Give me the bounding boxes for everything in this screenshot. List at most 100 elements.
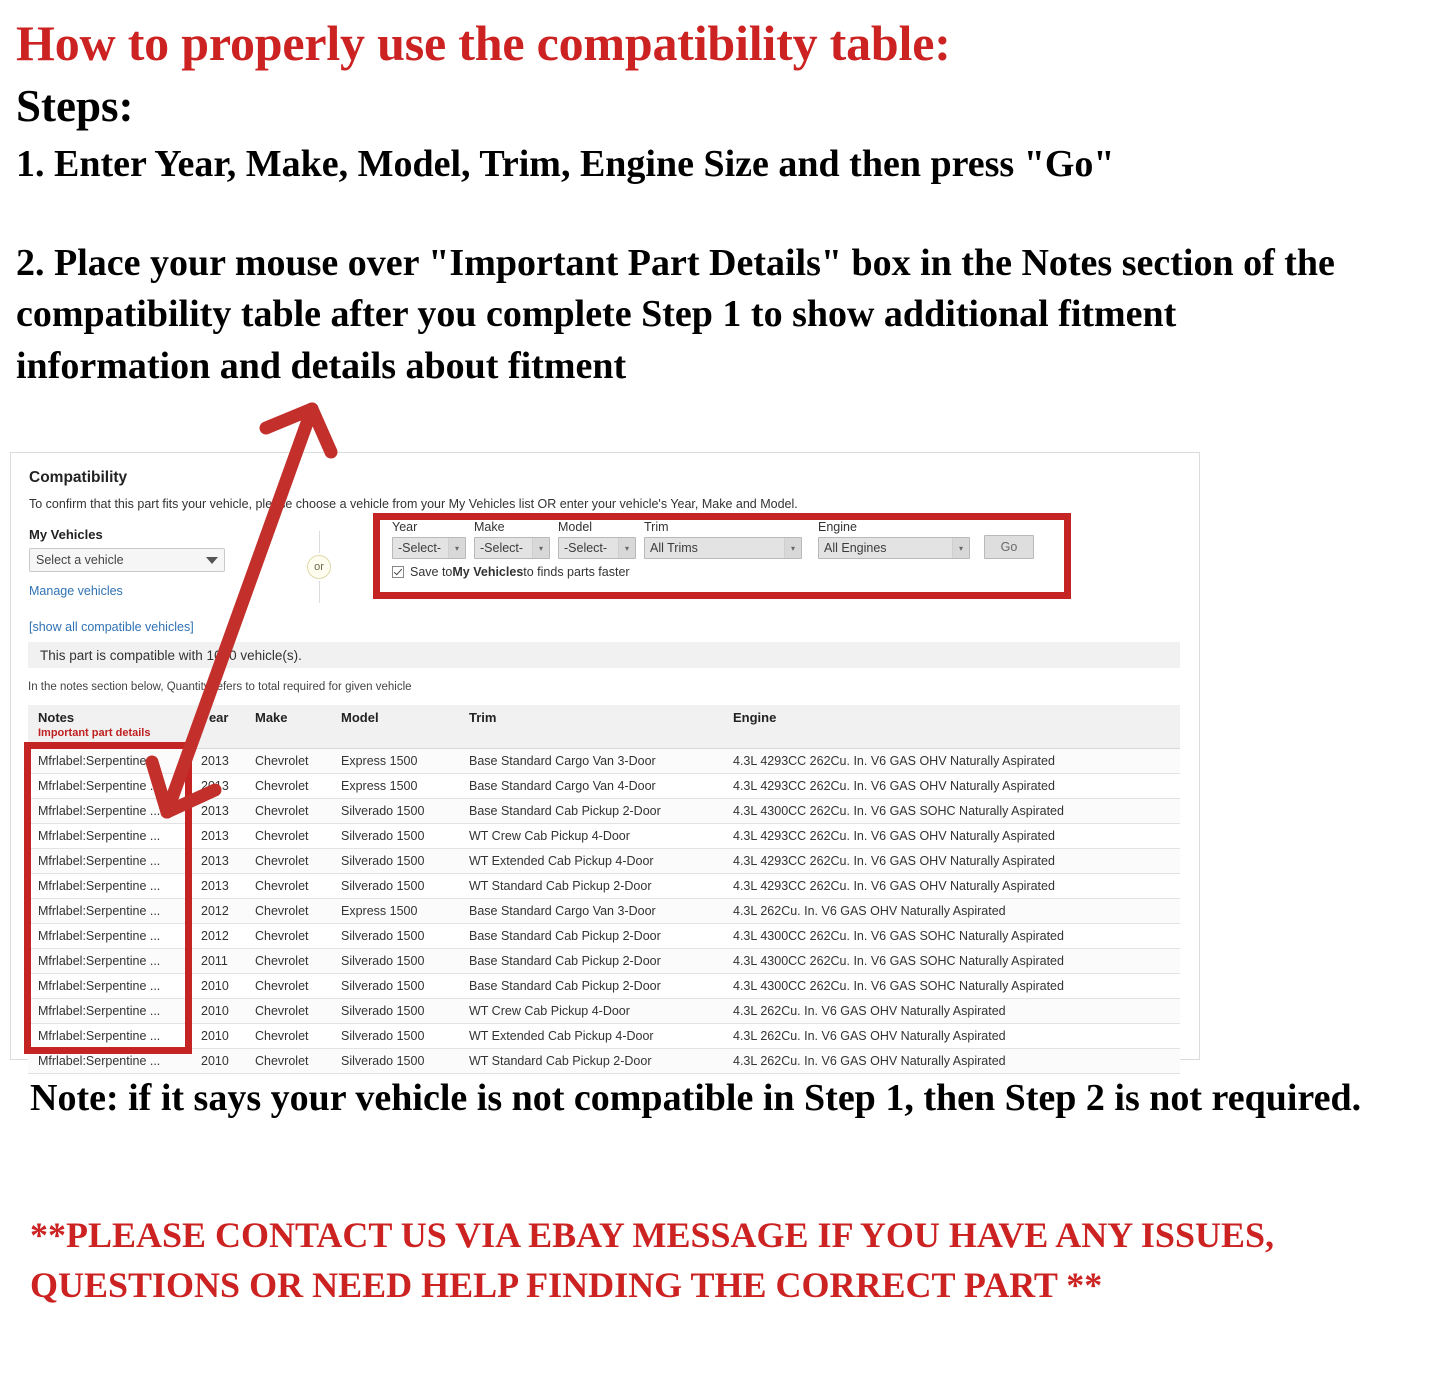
header-trim[interactable]: Trim bbox=[459, 705, 723, 749]
cell-trim: WT Standard Cab Pickup 2-Door bbox=[459, 873, 723, 899]
table-row[interactable]: Mfrlabel:Serpentine ... 2013 Chevrolet Silv… bbox=[28, 848, 1180, 874]
year-select[interactable]: -Select- ▾ bbox=[392, 537, 466, 559]
engine-value: All Engines bbox=[824, 541, 887, 555]
quantity-note: In the notes section below, Quantity ref… bbox=[28, 681, 412, 693]
cell-make: Chevrolet bbox=[245, 823, 331, 849]
header-notes-label: Notes bbox=[38, 710, 75, 725]
cell-year: 2012 bbox=[191, 923, 245, 949]
cell-trim: Base Standard Cargo Van 3-Door bbox=[459, 748, 723, 774]
header-year[interactable]: Year bbox=[191, 705, 245, 749]
cell-model: Silverado 1500 bbox=[331, 998, 459, 1024]
bottom-note-text: Note: if it says your vehicle is not com… bbox=[30, 1077, 1362, 1119]
cell-notes: Mfrlabel:Serpentine ... bbox=[28, 873, 191, 899]
cell-engine: 4.3L 4300CC 262Cu. In. V6 GAS SOHC Natur… bbox=[723, 923, 1180, 949]
make-select[interactable]: -Select- ▾ bbox=[474, 537, 550, 559]
save-to-my-vehicles-row[interactable]: Save to My Vehicles to finds parts faste… bbox=[392, 565, 630, 579]
cell-model: Silverado 1500 bbox=[331, 973, 459, 999]
make-field: Make -Select- ▾ bbox=[474, 520, 550, 559]
cell-trim: Base Standard Cab Pickup 2-Door bbox=[459, 923, 723, 949]
cell-model: Silverado 1500 bbox=[331, 923, 459, 949]
cell-year: 2012 bbox=[191, 898, 245, 924]
cell-notes: Mfrlabel:Serpentine ... bbox=[28, 798, 191, 824]
cell-model: Express 1500 bbox=[331, 898, 459, 924]
cell-make: Chevrolet bbox=[245, 873, 331, 899]
cell-notes: Mfrlabel:Serpentine ... bbox=[28, 1023, 191, 1049]
cell-trim: WT Crew Cab Pickup 4-Door bbox=[459, 823, 723, 849]
table-row[interactable]: Mfrlabel:Serpentine ... 2013 Chevrolet Silv… bbox=[28, 823, 1180, 849]
header-notes[interactable]: Notes Important part details bbox=[28, 705, 191, 749]
cell-engine: 4.3L 4293CC 262Cu. In. V6 GAS OHV Natura… bbox=[723, 773, 1180, 799]
model-select[interactable]: -Select- ▾ bbox=[558, 537, 636, 559]
my-vehicles-section: My Vehicles Select a vehicle Manage vehi… bbox=[29, 527, 284, 634]
cell-trim: Base Standard Cargo Van 4-Door bbox=[459, 773, 723, 799]
cell-notes: Mfrlabel:Serpentine ... bbox=[28, 848, 191, 874]
cell-year: 2013 bbox=[191, 848, 245, 874]
page-title: How to properly use the compatibility ta… bbox=[16, 15, 951, 71]
cell-notes: Mfrlabel:Serpentine ... bbox=[28, 773, 191, 799]
or-divider: or bbox=[284, 527, 354, 603]
cell-trim: Base Standard Cab Pickup 2-Door bbox=[459, 948, 723, 974]
cell-engine: 4.3L 4300CC 262Cu. In. V6 GAS SOHC Natur… bbox=[723, 798, 1180, 824]
table-row[interactable]: Mfrlabel:Serpentine ... 2012 Chevrolet Expr… bbox=[28, 898, 1180, 924]
header-model[interactable]: Model bbox=[331, 705, 459, 749]
go-button[interactable]: Go bbox=[984, 535, 1034, 559]
table-row[interactable]: Mfrlabel:Serpentine ... 2013 Chevrolet Silv… bbox=[28, 873, 1180, 899]
header-make[interactable]: Make bbox=[245, 705, 331, 749]
chevron-down-icon: ▾ bbox=[448, 538, 465, 558]
save-bold-text: My Vehicles bbox=[452, 565, 524, 579]
chevron-down-icon bbox=[206, 556, 218, 564]
table-row[interactable]: Mfrlabel:Serpentine ... 2010 Chevrolet Silv… bbox=[28, 973, 1180, 999]
cell-model: Silverado 1500 bbox=[331, 798, 459, 824]
or-divider-line-top bbox=[318, 531, 320, 553]
cell-year: 2011 bbox=[191, 948, 245, 974]
cell-make: Chevrolet bbox=[245, 1048, 331, 1074]
cell-engine: 4.3L 4293CC 262Cu. In. V6 GAS OHV Natura… bbox=[723, 823, 1180, 849]
make-label: Make bbox=[474, 520, 505, 534]
make-value: -Select- bbox=[480, 541, 524, 555]
compatibility-table-body: Mfrlabel:Serpentine ... 2013 Chevrolet Expr… bbox=[28, 748, 1180, 1074]
cell-engine: 4.3L 4293CC 262Cu. In. V6 GAS OHV Natura… bbox=[723, 848, 1180, 874]
trim-value: All Trims bbox=[650, 541, 698, 555]
engine-select[interactable]: All Engines ▾ bbox=[818, 537, 970, 559]
table-row[interactable]: Mfrlabel:Serpentine ... 2010 Chevrolet Silv… bbox=[28, 1048, 1180, 1074]
cell-make: Chevrolet bbox=[245, 748, 331, 774]
table-row[interactable]: Mfrlabel:Serpentine ... 2013 Chevrolet Expr… bbox=[28, 748, 1180, 774]
cell-notes: Mfrlabel:Serpentine ... bbox=[28, 748, 191, 774]
cell-year: 2013 bbox=[191, 873, 245, 899]
step-2-text: 2. Place your mouse over "Important Part… bbox=[16, 241, 1335, 387]
year-label: Year bbox=[392, 520, 418, 534]
cell-trim: Base Standard Cab Pickup 2-Door bbox=[459, 973, 723, 999]
trim-label: Trim bbox=[644, 520, 669, 534]
table-row[interactable]: Mfrlabel:Serpentine ... 2013 Chevrolet Expr… bbox=[28, 773, 1180, 799]
table-row[interactable]: Mfrlabel:Serpentine ... 2011 Chevrolet Silv… bbox=[28, 948, 1180, 974]
cell-make: Chevrolet bbox=[245, 773, 331, 799]
vehicle-selector-form: Year -Select- ▾ Make -Select- ▾ Model -S… bbox=[392, 520, 1034, 559]
header-engine[interactable]: Engine bbox=[723, 705, 1180, 749]
save-to-my-vehicles-checkbox[interactable] bbox=[392, 566, 404, 578]
chevron-down-icon: ▾ bbox=[532, 538, 549, 558]
trim-select[interactable]: All Trims ▾ bbox=[644, 537, 802, 559]
cell-trim: Base Standard Cargo Van 3-Door bbox=[459, 898, 723, 924]
chevron-down-icon: ▾ bbox=[618, 538, 635, 558]
instructions-block: How to properly use the compatibility ta… bbox=[16, 0, 1416, 393]
save-prefix-text: Save to bbox=[410, 565, 453, 579]
cell-year: 2010 bbox=[191, 1048, 245, 1074]
table-row[interactable]: Mfrlabel:Serpentine ... 2010 Chevrolet Silv… bbox=[28, 998, 1180, 1024]
cell-engine: 4.3L 262Cu. In. V6 GAS OHV Naturally Asp… bbox=[723, 898, 1180, 924]
table-row[interactable]: Mfrlabel:Serpentine ... 2013 Chevrolet Silv… bbox=[28, 798, 1180, 824]
my-vehicles-label: My Vehicles bbox=[29, 527, 103, 542]
or-badge: or bbox=[307, 555, 331, 579]
cell-make: Chevrolet bbox=[245, 973, 331, 999]
table-row[interactable]: Mfrlabel:Serpentine ... 2010 Chevrolet Silv… bbox=[28, 1023, 1180, 1049]
show-all-compatible-vehicles-link[interactable]: [show all compatible vehicles] bbox=[29, 620, 284, 634]
cell-model: Silverado 1500 bbox=[331, 1023, 459, 1049]
engine-label: Engine bbox=[818, 520, 857, 534]
cell-notes: Mfrlabel:Serpentine ... bbox=[28, 823, 191, 849]
select-vehicle-dropdown[interactable]: Select a vehicle bbox=[29, 548, 225, 572]
manage-vehicles-link[interactable]: Manage vehicles bbox=[29, 584, 284, 598]
table-row[interactable]: Mfrlabel:Serpentine ... 2012 Chevrolet Silv… bbox=[28, 923, 1180, 949]
step-1-text: 1. Enter Year, Make, Model, Trim, Engine… bbox=[16, 143, 1115, 186]
or-divider-line-bottom bbox=[318, 581, 320, 603]
cell-trim: Base Standard Cab Pickup 2-Door bbox=[459, 798, 723, 824]
cell-model: Silverado 1500 bbox=[331, 823, 459, 849]
